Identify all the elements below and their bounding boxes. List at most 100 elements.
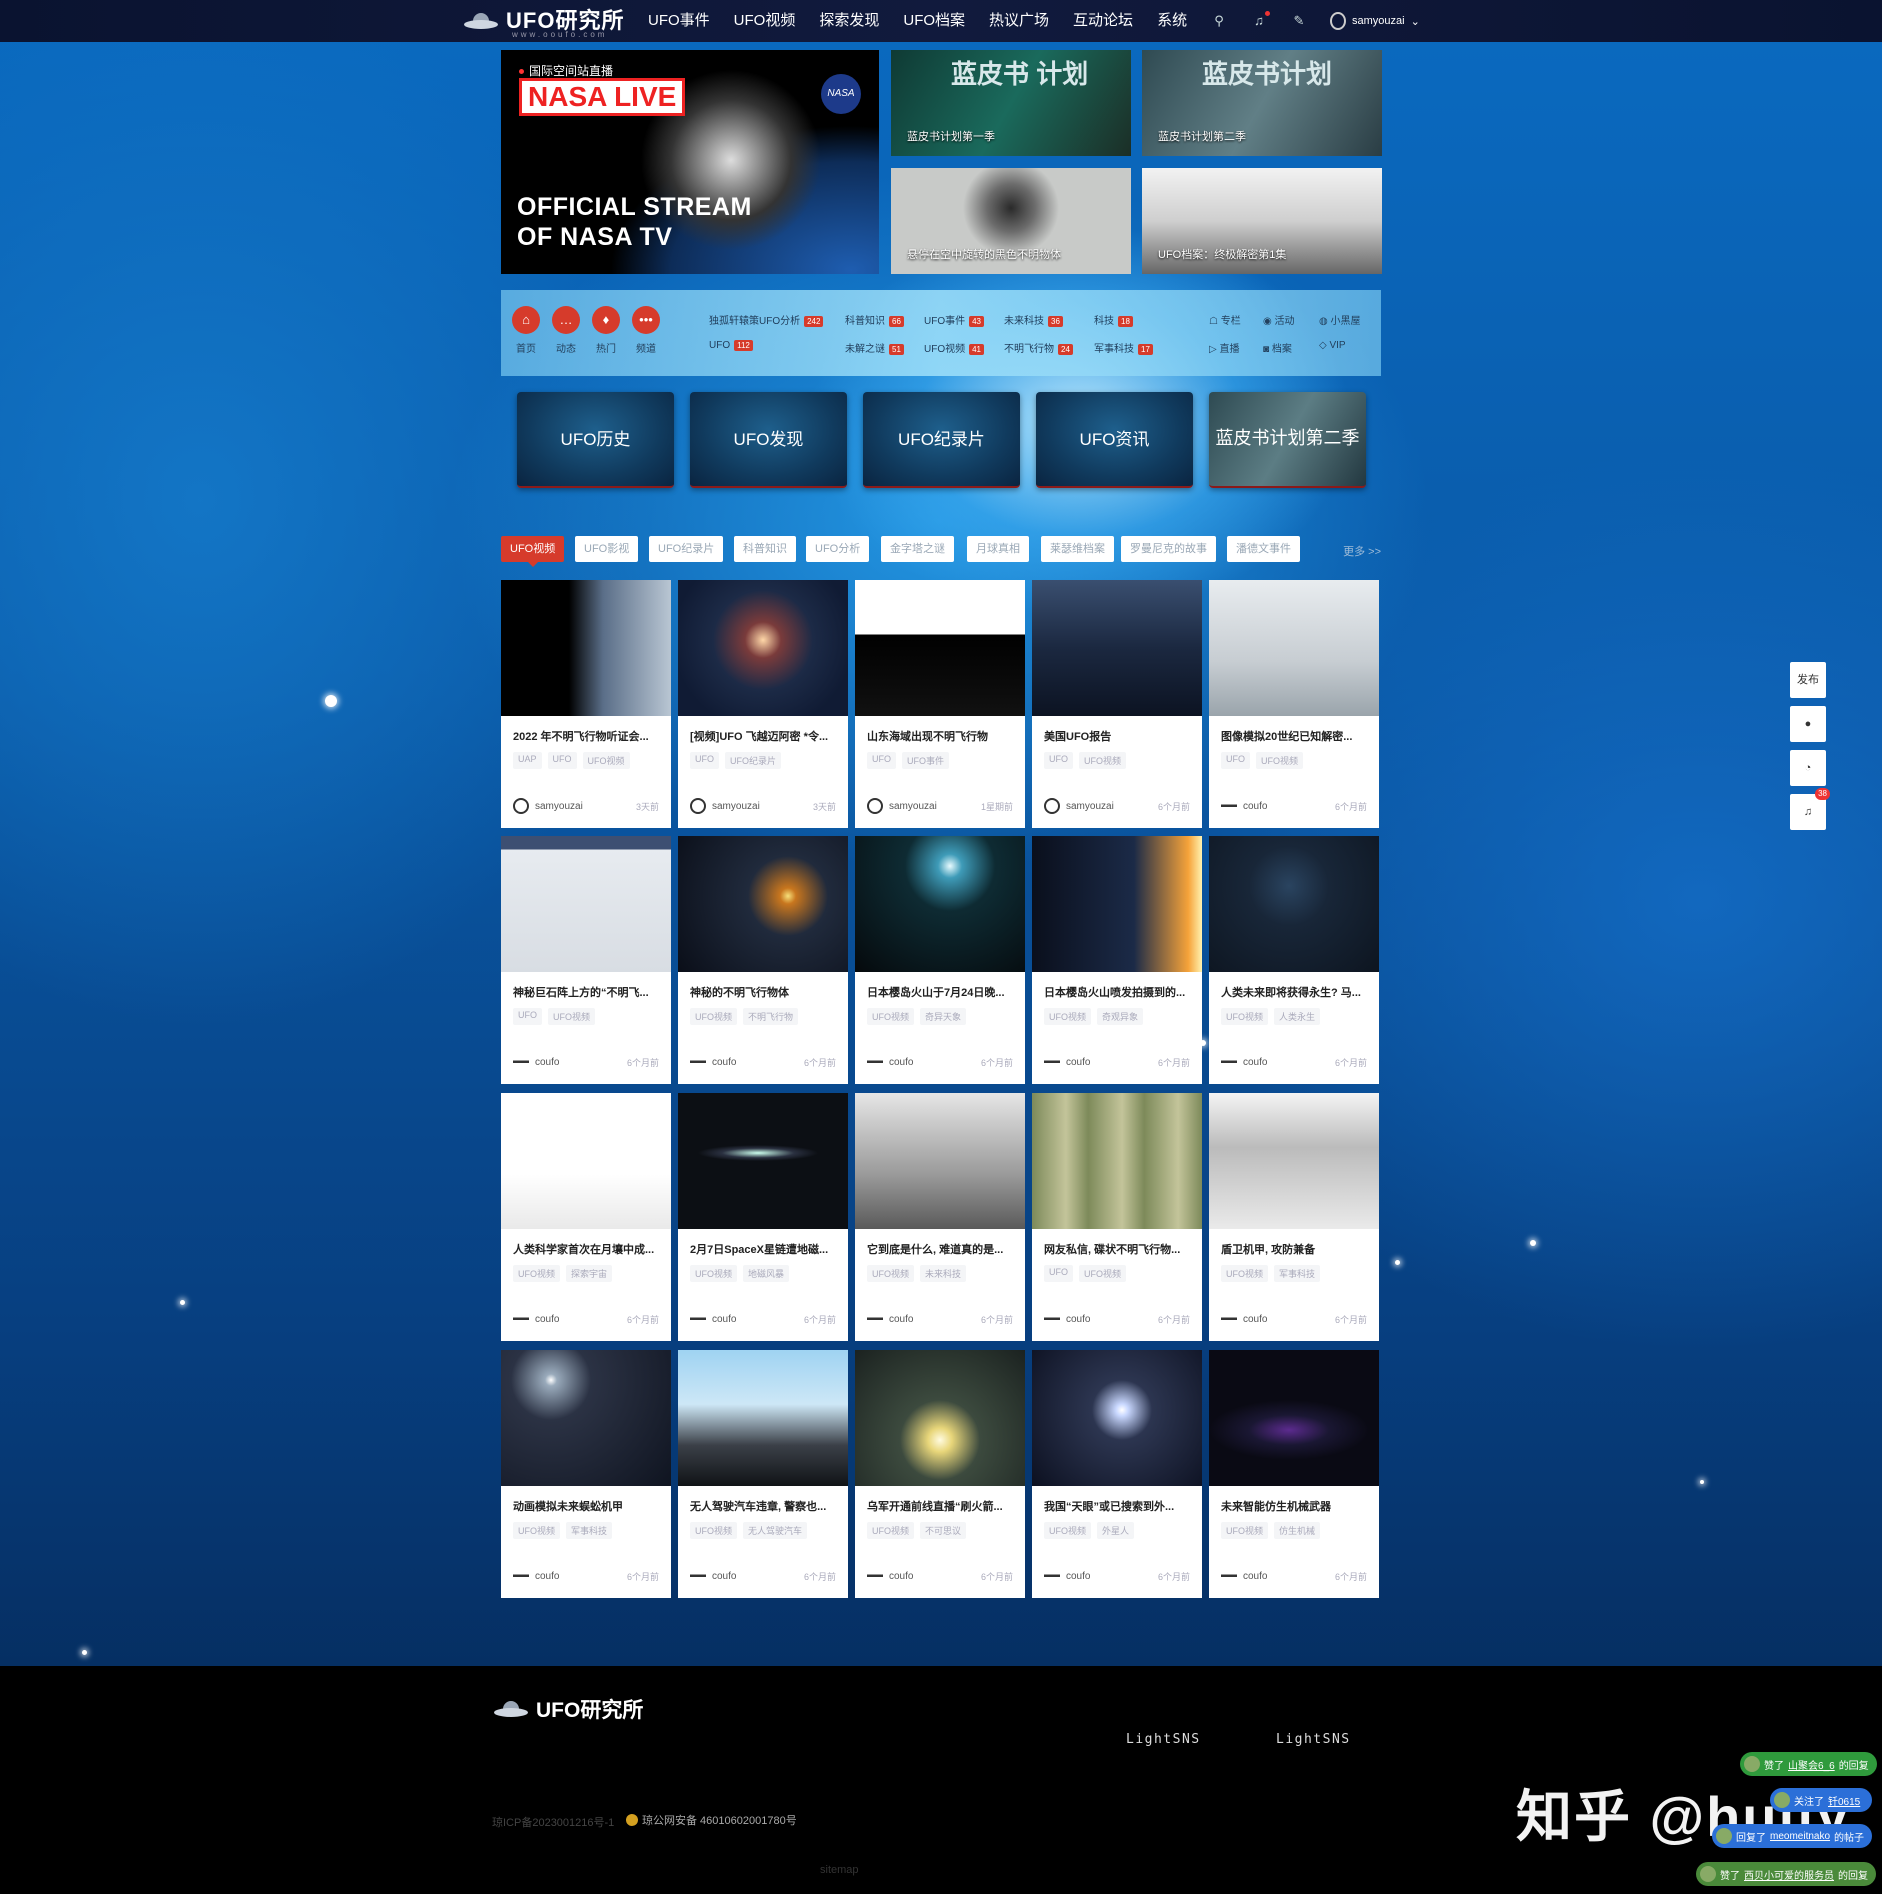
video-title[interactable]: 神秘巨石阵上方的“不明飞... bbox=[513, 984, 661, 1000]
video-title[interactable]: 网友私信, 碟状不明飞行物... bbox=[1044, 1241, 1192, 1257]
video-thumbnail[interactable] bbox=[855, 836, 1025, 972]
video-tag[interactable]: UFO视频 bbox=[513, 1522, 560, 1539]
video-tag[interactable]: UFO视频 bbox=[690, 1522, 737, 1539]
video-tag[interactable]: UFO bbox=[513, 1008, 542, 1025]
footer-link[interactable]: LightSNS bbox=[1276, 1732, 1351, 1747]
video-title[interactable]: [视频]UFO 飞越迈阿密 *令... bbox=[690, 728, 838, 744]
category-link[interactable]: 军事科技 17 bbox=[1094, 340, 1153, 355]
activity-toast[interactable]: 关注了 钎0615 bbox=[1770, 1788, 1873, 1812]
footer-logo[interactable]: UFO研究所 bbox=[492, 1690, 643, 1728]
hero-item[interactable]: 蓝皮书计划 蓝皮书计划第二季 bbox=[1142, 50, 1382, 156]
video-thumbnail[interactable] bbox=[1032, 836, 1202, 972]
video-thumbnail[interactable] bbox=[678, 580, 848, 716]
video-card[interactable]: 日本樱岛火山于7月24日晚... UFO视频 奇异天象 coufo 6个月前 bbox=[855, 836, 1025, 1084]
video-title[interactable]: 2月7日SpaceX星链遭地磁... bbox=[690, 1241, 838, 1257]
video-tag[interactable]: UFO视频 bbox=[690, 1008, 737, 1025]
category-button[interactable]: 蓝皮书计划第二季 bbox=[1209, 392, 1366, 488]
video-tag[interactable]: 地磁风暴 bbox=[743, 1265, 790, 1282]
video-tag[interactable]: UFO视频 bbox=[1221, 1265, 1268, 1282]
video-tag[interactable]: 外星人 bbox=[1097, 1522, 1135, 1539]
video-card[interactable]: 我国“天眼”或已搜索到外... UFO视频 外星人 coufo 6个月前 bbox=[1032, 1350, 1202, 1598]
video-tag[interactable]: UFO视频 bbox=[867, 1008, 914, 1025]
video-card[interactable]: 它到底是什么, 难道真的是... UFO视频 未来科技 coufo 6个月前 bbox=[855, 1093, 1025, 1341]
video-title[interactable]: 2022 年不明飞行物听证会... bbox=[513, 728, 661, 744]
video-tag[interactable]: UFO视频 bbox=[690, 1265, 737, 1282]
author[interactable]: samyouzai bbox=[1044, 798, 1114, 814]
video-tag[interactable]: 人类永生 bbox=[1274, 1008, 1321, 1025]
author[interactable]: samyouzai bbox=[513, 798, 583, 814]
video-title[interactable]: 盾卫机甲, 攻防兼备 bbox=[1221, 1241, 1369, 1257]
tab[interactable]: 罗曼尼克的故事 bbox=[1121, 536, 1216, 562]
tab[interactable]: UFO分析 bbox=[806, 536, 870, 562]
search-icon[interactable]: ⚲ bbox=[1210, 12, 1228, 30]
video-thumbnail[interactable] bbox=[855, 1350, 1025, 1486]
video-card[interactable]: 乌军开通前线直播“刷火箭... UFO视频 不可思议 coufo 6个月前 bbox=[855, 1350, 1025, 1598]
icp-record[interactable]: 琼ICP备2023001216号-1 bbox=[492, 1814, 614, 1830]
video-tag[interactable]: 奇异天象 bbox=[920, 1008, 967, 1025]
video-card[interactable]: 未来智能仿生机械武器 UFO视频 仿生机械 coufo 6个月前 bbox=[1209, 1350, 1379, 1598]
user-menu[interactable]: samyouzai ⌄ bbox=[1330, 12, 1420, 30]
video-thumbnail[interactable] bbox=[501, 836, 671, 972]
author[interactable]: coufo bbox=[867, 1568, 913, 1584]
footer-link[interactable]: LightSNS bbox=[1126, 1732, 1201, 1747]
video-tag[interactable]: UFO事件 bbox=[902, 752, 949, 769]
tab[interactable]: 月球真相 bbox=[967, 536, 1029, 562]
activity-toast[interactable]: 赞了 山聚会6_6 的回复 bbox=[1740, 1752, 1877, 1776]
video-card[interactable]: 2月7日SpaceX星链遭地磁... UFO视频 地磁风暴 coufo 6个月前 bbox=[678, 1093, 848, 1341]
category-button[interactable]: UFO资讯 bbox=[1036, 392, 1193, 488]
video-title[interactable]: 我国“天眼”或已搜索到外... bbox=[1044, 1498, 1192, 1514]
video-thumbnail[interactable] bbox=[678, 836, 848, 972]
category-link[interactable]: UFO 112 bbox=[709, 340, 753, 351]
video-tag[interactable]: UFO视频 bbox=[548, 1008, 595, 1025]
video-title[interactable]: 日本樱岛火山喷发拍摄到的... bbox=[1044, 984, 1192, 1000]
author[interactable]: samyouzai bbox=[690, 798, 760, 814]
video-title[interactable]: 神秘的不明飞行物体 bbox=[690, 984, 838, 1000]
link-column[interactable]: ☖ 专栏 bbox=[1209, 312, 1241, 327]
video-tag[interactable]: UFO视频 bbox=[1221, 1008, 1268, 1025]
video-tag[interactable]: UFO bbox=[690, 752, 719, 769]
author[interactable]: samyouzai bbox=[867, 798, 937, 814]
video-title[interactable]: 图像模拟20世纪已知解密... bbox=[1221, 728, 1369, 744]
video-card[interactable]: 日本樱岛火山喷发拍摄到的... UFO视频 奇观异象 coufo 6个月前 bbox=[1032, 836, 1202, 1084]
activity-toast[interactable]: 回复了 meomeitnako 的帖子 bbox=[1712, 1824, 1873, 1848]
more-link[interactable]: 更多 >> bbox=[1343, 543, 1381, 559]
video-tag[interactable]: 军事科技 bbox=[566, 1522, 613, 1539]
author[interactable]: coufo bbox=[690, 1568, 736, 1584]
video-tag[interactable]: UFO视频 bbox=[1044, 1522, 1091, 1539]
wifi-icon[interactable]: ◔ bbox=[1790, 750, 1826, 786]
quick-feed[interactable]: … 动态 bbox=[551, 306, 581, 355]
category-link[interactable]: 独孤轩辕策UFO分析 242 bbox=[709, 312, 824, 327]
link-archive[interactable]: ◙ 档案 bbox=[1263, 340, 1292, 355]
author[interactable]: coufo bbox=[1221, 798, 1267, 814]
site-logo[interactable]: UFO研究所 www.ooufo.com bbox=[462, 2, 624, 40]
video-title[interactable]: 动画模拟未来蜈蚣机甲 bbox=[513, 1498, 661, 1514]
nav-link[interactable]: 系统 bbox=[1145, 0, 1199, 42]
video-title[interactable]: 美国UFO报告 bbox=[1044, 728, 1192, 744]
bell-icon[interactable]: ♫ 38 bbox=[1790, 788, 1830, 830]
video-card[interactable]: 网友私信, 碟状不明飞行物... UFO UFO视频 coufo 6个月前 bbox=[1032, 1093, 1202, 1341]
chat-icon[interactable]: ● bbox=[1790, 706, 1826, 742]
nav-link[interactable]: 探索发现 bbox=[807, 0, 891, 42]
video-title[interactable]: 无人驾驶汽车违章, 警察也... bbox=[690, 1498, 838, 1514]
tab-ufo-video[interactable]: UFO视频 bbox=[501, 536, 565, 567]
tab[interactable]: UFO影视 bbox=[575, 536, 639, 562]
video-tag[interactable]: 不明飞行物 bbox=[743, 1008, 799, 1025]
author[interactable]: coufo bbox=[1044, 1054, 1090, 1070]
video-tag[interactable]: 奇观异象 bbox=[1097, 1008, 1144, 1025]
author[interactable]: coufo bbox=[690, 1311, 736, 1327]
category-link[interactable]: 科普知识 66 bbox=[845, 312, 904, 327]
video-card[interactable]: 神秘巨石阵上方的“不明飞... UFO UFO视频 coufo 6个月前 bbox=[501, 836, 671, 1084]
tab[interactable]: 潘德文事件 bbox=[1227, 536, 1300, 562]
video-tag[interactable]: UFO视频 bbox=[582, 752, 630, 769]
tab[interactable]: 科普知识 bbox=[734, 536, 796, 562]
tab[interactable]: 金字塔之谜 bbox=[881, 536, 954, 562]
video-card[interactable]: 动画模拟未来蜈蚣机甲 UFO视频 军事科技 coufo 6个月前 bbox=[501, 1350, 671, 1598]
author[interactable]: coufo bbox=[513, 1568, 559, 1584]
nav-link[interactable]: UFO事件 bbox=[636, 0, 722, 42]
author[interactable]: coufo bbox=[1221, 1054, 1267, 1070]
author[interactable]: coufo bbox=[1221, 1568, 1267, 1584]
video-tag[interactable]: UAP bbox=[513, 752, 542, 769]
video-tag[interactable]: UFO视频 bbox=[1221, 1522, 1268, 1539]
video-tag[interactable]: UFO bbox=[547, 752, 577, 769]
video-card[interactable]: 山东海域出现不明飞行物 UFO UFO事件 samyouzai 1星期前 bbox=[855, 580, 1025, 828]
